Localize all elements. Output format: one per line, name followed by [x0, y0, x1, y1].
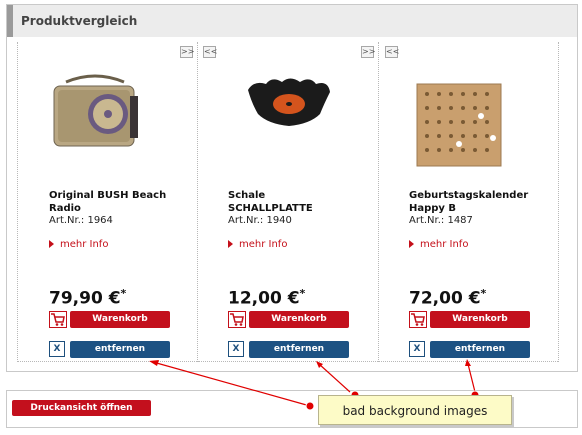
panel-title: Produktvergleich [21, 14, 138, 28]
more-info-link[interactable]: mehr Info [409, 239, 468, 250]
remove-button[interactable]: entfernen [430, 341, 530, 358]
product-price: 79,90 €* [49, 287, 127, 309]
cart-icon[interactable] [228, 311, 246, 328]
product-name: Schale SCHALLPLATTE [228, 190, 313, 214]
move-left-button[interactable]: << [203, 46, 217, 58]
product-column: << Geburtstagskalender Happy B Art.Nr.: … [379, 42, 559, 362]
triangle-right-icon [409, 240, 414, 248]
record-bowl-image [248, 78, 330, 126]
add-to-cart-button[interactable]: Warenkorb [70, 311, 170, 328]
more-info-link[interactable]: mehr Info [228, 239, 287, 250]
product-price: 72,00 €* [409, 287, 487, 309]
product-column: >> Original BUSH Beach Radio Art.Nr.: 19… [17, 42, 198, 362]
remove-icon[interactable]: X [228, 341, 244, 357]
annotation-callout: bad background images [318, 395, 512, 425]
move-right-button[interactable]: >> [361, 46, 375, 58]
print-view-button[interactable]: Druckansicht öffnen [12, 400, 151, 416]
article-number: Art.Nr.: 1964 [49, 215, 113, 226]
product-name: Original BUSH Beach Radio [49, 190, 167, 214]
more-info-link[interactable]: mehr Info [49, 239, 108, 250]
cart-icon[interactable] [49, 311, 67, 328]
move-right-button[interactable]: >> [180, 46, 194, 58]
remove-icon[interactable]: X [409, 341, 425, 357]
add-to-cart-button[interactable]: Warenkorb [249, 311, 349, 328]
triangle-right-icon [49, 240, 54, 248]
radio-image [53, 74, 138, 147]
remove-button[interactable]: entfernen [70, 341, 170, 358]
article-number: Art.Nr.: 1940 [228, 215, 292, 226]
article-number: Art.Nr.: 1487 [409, 215, 473, 226]
product-column: << >> Schale SCHALLPLATTE Art.Nr.: 1940 … [198, 42, 379, 362]
remove-icon[interactable]: X [49, 341, 65, 357]
cart-icon[interactable] [409, 311, 427, 328]
peg-calendar-image [416, 83, 502, 167]
remove-button[interactable]: entfernen [249, 341, 349, 358]
panel-header: Produktvergleich [7, 5, 577, 37]
triangle-right-icon [228, 240, 233, 248]
product-name: Geburtstagskalender Happy B [409, 190, 529, 214]
add-to-cart-button[interactable]: Warenkorb [430, 311, 530, 328]
product-price: 12,00 €* [228, 287, 306, 309]
move-left-button[interactable]: << [385, 46, 399, 58]
